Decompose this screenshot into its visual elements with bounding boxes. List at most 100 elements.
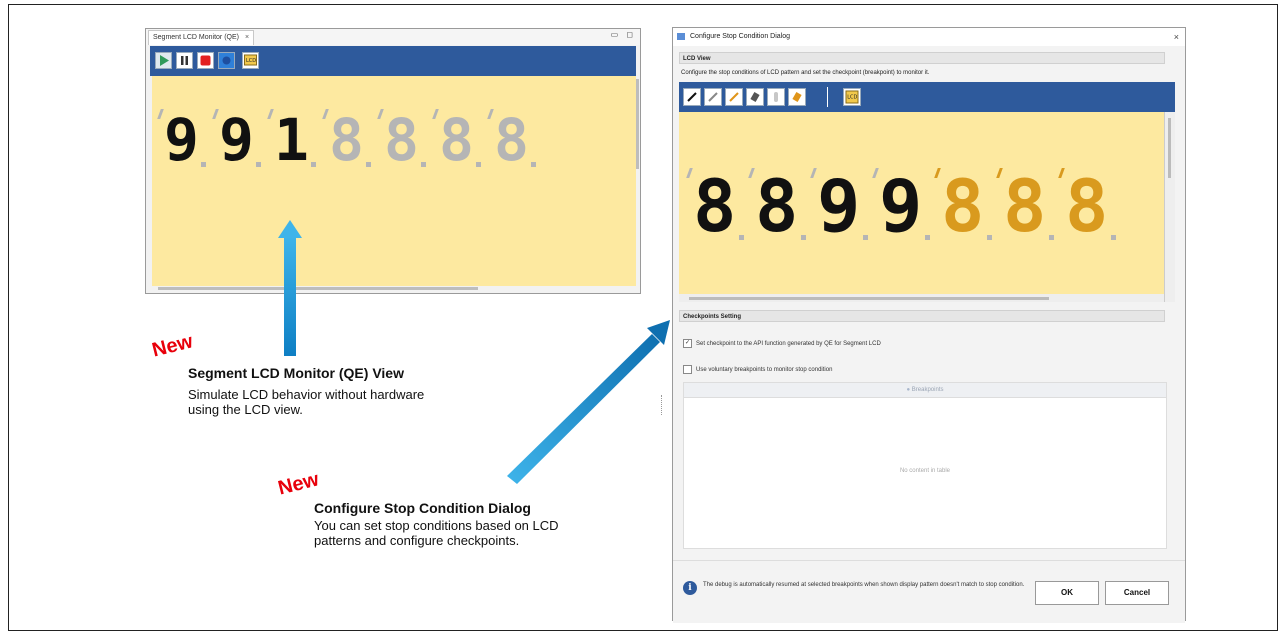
lcd-view-section-header: LCD View	[679, 52, 1165, 64]
splitter-grip[interactable]	[661, 395, 665, 415]
lcd-digit[interactable]: 8	[487, 109, 536, 169]
lcd-digit[interactable]: 8	[996, 168, 1055, 242]
pencil-outline-icon	[708, 92, 718, 102]
vertical-scrollbar[interactable]	[1164, 112, 1175, 302]
lcd-digit[interactable]: 8	[934, 164, 993, 248]
lcd-settings-button[interactable]: LCD	[843, 88, 861, 106]
lcd-digit-glyph: 9	[879, 164, 923, 248]
tab-segment-lcd-monitor[interactable]: Segment LCD Monitor (QE) ×	[148, 30, 255, 45]
checkbox-unchecked-icon[interactable]	[683, 365, 692, 374]
lcd-digit-glyph: 8	[1065, 164, 1109, 248]
lcd-digit-glyph: 8	[693, 164, 737, 248]
desc-line: You can set stop conditions based on LCD	[314, 518, 559, 533]
checkbox-label: Use voluntary breakpoints to monitor sto…	[696, 367, 833, 374]
lcd-tick-segment	[872, 168, 879, 178]
horizontal-scrollbar[interactable]	[679, 294, 1164, 302]
dialog-description: Configure the stop conditions of LCD pat…	[681, 70, 930, 76]
lcd-tick-segment	[157, 109, 164, 119]
lcd-settings-icon: LCD	[845, 90, 859, 104]
desc-line: using the LCD view.	[188, 402, 303, 417]
fill-button[interactable]	[788, 88, 806, 106]
lcd-tick-segment	[487, 109, 494, 119]
checkpoints-section-header: Checkpoints Setting	[679, 310, 1165, 322]
stop-button[interactable]	[197, 52, 214, 69]
lcd-digit[interactable]: 8	[432, 109, 481, 169]
lcd-decimal-point	[200, 162, 206, 167]
dialog-title-bar: Configure Stop Condition Dialog ×	[673, 28, 1185, 46]
hand-button[interactable]	[767, 88, 785, 106]
close-icon[interactable]: ×	[245, 34, 249, 41]
scroll-thumb[interactable]	[1168, 118, 1171, 178]
lcd-digit-glyph: 8	[941, 164, 985, 248]
pencil-orange-button[interactable]	[725, 88, 743, 106]
info-message: The debug is automatically resumed at se…	[703, 582, 1025, 588]
lcd-tick-segment	[322, 109, 329, 119]
lcd-decimal-point	[987, 235, 993, 240]
api-checkpoint-checkbox[interactable]: ✓ Set checkpoint to the API function gene…	[683, 339, 881, 348]
lcd-digit[interactable]: 1	[267, 106, 316, 174]
lcd-digit[interactable]: 8	[748, 168, 807, 242]
svg-text:LCD: LCD	[847, 95, 857, 101]
pencil-orange-icon	[729, 92, 739, 102]
desc-line: patterns and configure checkpoints.	[314, 533, 520, 548]
lcd-decimal-point	[530, 162, 536, 167]
lcd-digit[interactable]: 8	[686, 164, 745, 248]
lcd-decimal-point	[1049, 235, 1055, 240]
lcd-decimal-point	[739, 235, 745, 240]
annotation-description: You can set stop conditions based on LCD…	[314, 518, 559, 548]
breakpoints-table-header: ● Breakpoints	[684, 383, 1166, 398]
pencil-outline-button[interactable]	[704, 88, 722, 106]
lcd-digit[interactable]: 8	[322, 109, 371, 169]
empty-table-message: No content in table	[899, 468, 951, 474]
lcd-digit[interactable]: 9	[810, 164, 869, 248]
lcd-settings-button[interactable]: LCD	[242, 52, 259, 69]
horizontal-scrollbar[interactable]	[158, 287, 478, 290]
lcd-digit-glyph: 9	[817, 164, 861, 248]
lcd-edit-toolbar: LCD	[679, 82, 1175, 112]
pencil-black-icon	[687, 92, 697, 102]
lcd-digit[interactable]: 8	[1058, 164, 1117, 248]
monitor-toolbar: LCD	[150, 46, 636, 76]
desc-line: Simulate LCD behavior without hardware	[188, 387, 425, 402]
fill-icon	[792, 92, 802, 102]
pause-button[interactable]	[176, 52, 193, 69]
lcd-digit[interactable]: 9	[212, 106, 261, 174]
scroll-thumb[interactable]	[689, 297, 1049, 300]
ok-button[interactable]: OK	[1035, 581, 1099, 605]
lcd-tick-segment	[934, 168, 941, 178]
lcd-digit-glyph: 1	[274, 106, 309, 174]
eraser-icon	[750, 92, 760, 102]
configure-stop-condition-dialog: Configure Stop Condition Dialog × LCD Vi…	[672, 27, 1186, 623]
record-button[interactable]	[218, 52, 235, 69]
lcd-decimal-point	[801, 235, 807, 240]
pause-icon	[181, 56, 188, 65]
lcd-digit[interactable]: 8	[377, 109, 426, 169]
info-icon: i	[683, 581, 697, 595]
lcd-decimal-point	[310, 162, 316, 167]
vertical-scrollbar[interactable]	[636, 79, 639, 169]
voluntary-breakpoints-checkbox[interactable]: Use voluntary breakpoints to monitor sto…	[683, 365, 832, 374]
checkbox-label: Set checkpoint to the API function gener…	[696, 341, 881, 348]
checkbox-checked-icon[interactable]: ✓	[683, 339, 692, 348]
lcd-display[interactable]: 9918888	[152, 76, 636, 286]
view-tab-bar: Segment LCD Monitor (QE) × ▭ ◻	[146, 29, 640, 45]
lcd-decimal-point	[475, 162, 481, 167]
close-icon[interactable]: ×	[1174, 28, 1179, 46]
cancel-button[interactable]: Cancel	[1105, 581, 1169, 605]
lcd-tick-segment	[267, 109, 274, 119]
lcd-decimal-point	[420, 162, 426, 167]
lcd-digit-glyph: 9	[219, 106, 254, 174]
lcd-digit[interactable]: 9	[157, 109, 206, 169]
run-button[interactable]	[155, 52, 172, 69]
lcd-tick-segment	[212, 109, 219, 119]
lcd-pattern-editor[interactable]: 8899888	[679, 112, 1164, 294]
lcd-digit[interactable]: 9	[872, 164, 931, 248]
pencil-black-button[interactable]	[683, 88, 701, 106]
lcd-decimal-point	[365, 162, 371, 167]
annotation-title: Segment LCD Monitor (QE) View	[188, 365, 404, 381]
window-controls[interactable]: ▭ ◻	[611, 30, 636, 39]
lcd-tick-segment	[748, 168, 755, 178]
annotation-title: Configure Stop Condition Dialog	[314, 500, 531, 516]
eraser-button[interactable]	[746, 88, 764, 106]
dialog-footer: i The debug is automatically resumed at …	[673, 560, 1185, 623]
